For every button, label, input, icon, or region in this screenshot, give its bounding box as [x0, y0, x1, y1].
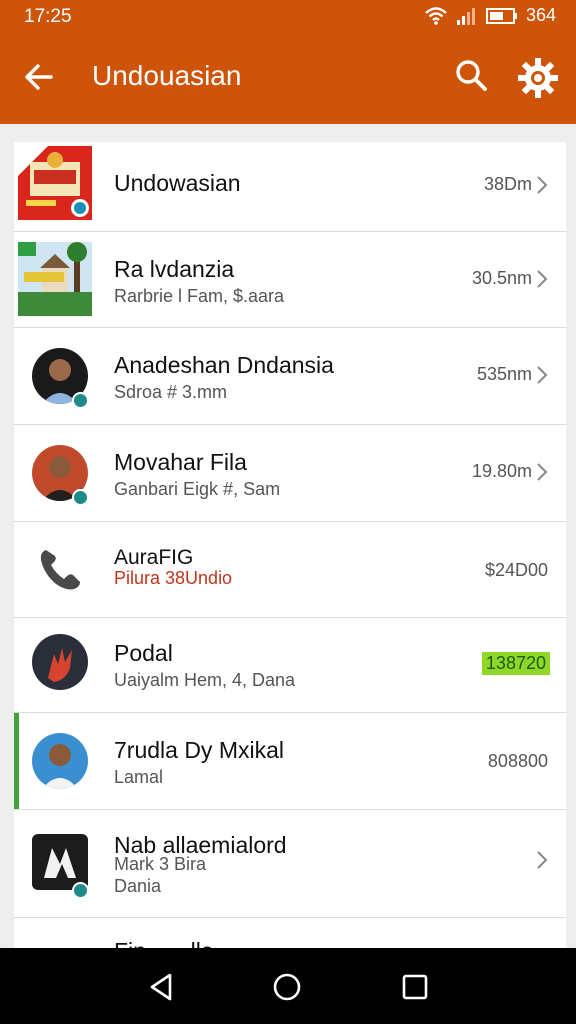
system-nav-bar [0, 948, 576, 1024]
poster-thumbnail [18, 146, 92, 220]
hand-avatar [32, 634, 88, 690]
battery-level: 364 [525, 5, 556, 25]
list-item[interactable]: AuraFIG Pilura 38Undio $24D00 [14, 522, 566, 618]
list-item[interactable]: Ra lvdanzia Rarbrie l Fam, $.aara 30.5nm [14, 232, 566, 328]
item-subtitle: Uaiyalm Hem, 4, Dana [114, 670, 296, 690]
status-icons: 364 [424, 5, 556, 26]
list-item[interactable]: Undowasian 38Dm [14, 142, 566, 232]
item-title: Movahar Fila [114, 449, 247, 475]
phone-icon [40, 550, 80, 590]
app-bar: Undouasian [0, 34, 576, 124]
item-subtitle: Ganbari Eigk #, Sam [114, 479, 281, 499]
home-nav-icon[interactable] [270, 970, 304, 1004]
item-distance: 38Dm [484, 174, 548, 195]
item-subtitle: Rarbrie l Fam, $.aara [114, 286, 285, 306]
item-subtitle: Sdroa # 3.mm [114, 382, 228, 402]
gear-icon[interactable] [516, 56, 560, 100]
item-subtitle: Pilura 38Undio [114, 568, 233, 588]
search-icon[interactable] [452, 56, 490, 94]
battery-icon [485, 7, 517, 24]
item-title: Fin... ...lla [114, 938, 214, 948]
chevron-right-icon [537, 366, 548, 384]
chevron-right-icon [537, 270, 548, 288]
list-item[interactable]: Anadeshan Dndansia Sdroa # 3.mm 535nm [14, 328, 566, 425]
verified-badge-icon [72, 882, 89, 899]
verified-badge-icon [72, 489, 89, 506]
item-subtitle-2: Dania [114, 876, 162, 896]
item-title: AuraFIG [114, 546, 194, 569]
chevron-right-icon [537, 851, 548, 869]
list-item[interactable]: Nab allaemialord Mark 3 Bira Dania [14, 810, 566, 918]
item-subtitle: Mark 3 Bira [114, 854, 207, 874]
item-title: 7rudla Dy Mxikal [114, 737, 284, 763]
verified-badge-icon [72, 392, 89, 409]
item-list: Undowasian 38Dm Ra lvdanzia Rarbrie l Fa… [14, 142, 566, 948]
item-distance: 30.5nm [472, 268, 548, 289]
item-title: Ra lvdanzia [114, 256, 235, 282]
list-item[interactable]: Fin... ...lla [14, 918, 566, 948]
chevron-right-icon [537, 176, 548, 194]
temple-thumbnail [18, 242, 92, 316]
list-item[interactable]: Podal Uaiyalm Hem, 4, Dana 138720 [14, 618, 566, 713]
item-value-highlight: 138720 [481, 652, 550, 675]
status-time: 17:25 [24, 6, 72, 27]
item-price: $24D00 [484, 560, 548, 580]
page-title: Undouasian [92, 60, 242, 91]
item-title: Podal [114, 640, 173, 666]
status-bar: 17:25 364 [0, 0, 576, 34]
signal-icon [456, 7, 475, 25]
recents-nav-icon[interactable] [398, 970, 432, 1004]
wifi-icon [425, 6, 447, 25]
item-title: Undowasian [114, 170, 241, 196]
list-item[interactable]: Movahar Fila Ganbari Eigk #, Sam 19.80m [14, 425, 566, 522]
item-value: 808800 [487, 751, 548, 771]
back-nav-icon[interactable] [144, 970, 178, 1004]
item-distance: 19.80m [472, 461, 548, 482]
item-title: Anadeshan Dndansia [114, 352, 334, 378]
item-distance: 535nm [477, 364, 548, 385]
person-avatar [32, 733, 88, 789]
item-subtitle: Lamal [114, 767, 164, 787]
list-item[interactable]: 7rudla Dy Mxikal Lamal 808800 [14, 713, 566, 810]
selected-indicator [14, 713, 19, 809]
back-arrow-icon[interactable] [20, 58, 58, 96]
chevron-right-icon [537, 463, 548, 481]
